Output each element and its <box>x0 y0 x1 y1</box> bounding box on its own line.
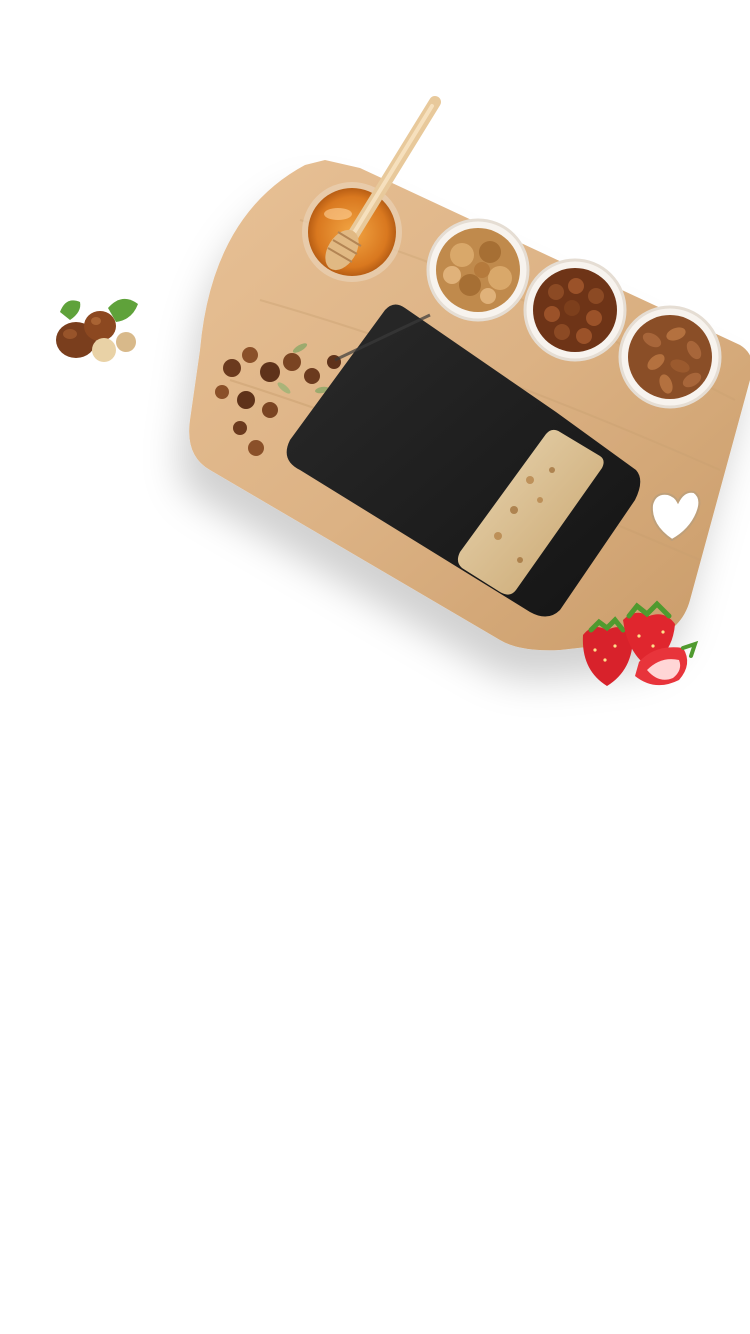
blank-content-area <box>0 720 750 1334</box>
hazelnut-icon <box>56 298 138 362</box>
hazelnut-bowl <box>523 258 627 362</box>
strawberry-icon <box>582 600 699 686</box>
splash-screen <box>0 0 750 1334</box>
almond-bowl <box>618 305 722 409</box>
walnut-bowl <box>426 218 530 322</box>
